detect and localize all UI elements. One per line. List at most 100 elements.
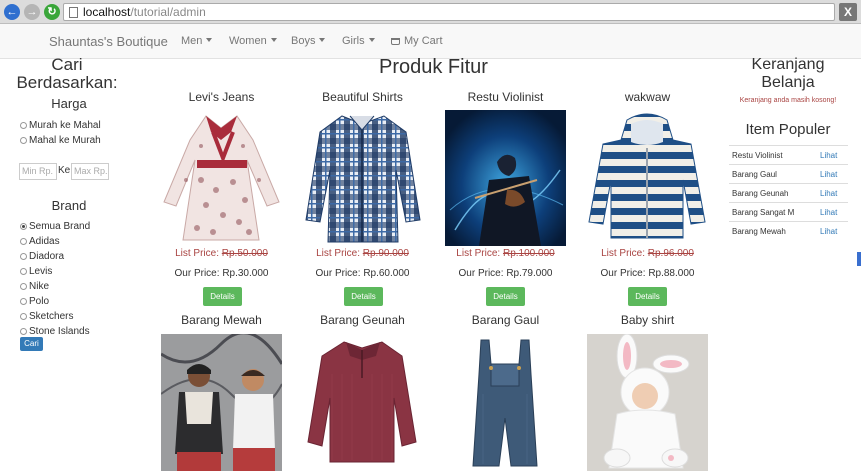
- scrollbar-marker[interactable]: [857, 252, 861, 266]
- product-image[interactable]: [161, 110, 282, 246]
- forward-arrow-icon[interactable]: →: [24, 4, 40, 20]
- price-option-expensive-first[interactable]: Mahal ke Murah: [20, 135, 101, 147]
- our-price-label: Our Price:: [174, 268, 220, 279]
- nav-my-cart[interactable]: My Cart: [391, 35, 443, 47]
- product-image[interactable]: [445, 110, 566, 246]
- radio-icon: [20, 238, 27, 245]
- details-button[interactable]: Details: [486, 287, 525, 306]
- reload-icon[interactable]: ↻: [44, 4, 60, 20]
- radio-icon: [20, 313, 27, 320]
- table-row: Barang Sangat M Lihat: [729, 202, 848, 221]
- product-image[interactable]: [302, 110, 423, 246]
- product-name[interactable]: Beautiful Shirts: [302, 90, 423, 104]
- cart-title-line1: Keranjang: [751, 56, 825, 73]
- brand-option[interactable]: Nike: [20, 281, 49, 293]
- filter-title-line1: Cari: [51, 55, 83, 74]
- product-name[interactable]: Barang Gaul: [445, 313, 566, 327]
- view-link[interactable]: Lihat: [820, 222, 837, 241]
- view-link[interactable]: Lihat: [820, 203, 837, 222]
- nav-men[interactable]: Men: [181, 35, 213, 47]
- view-link[interactable]: Lihat: [820, 146, 837, 165]
- list-price-label: List Price:: [316, 248, 360, 259]
- brand-option-label: Sketchers: [29, 311, 74, 322]
- radio-icon: [20, 298, 27, 305]
- list-price-value: Rp.96.000: [647, 248, 694, 259]
- price-option-cheap-first[interactable]: Murah ke Mahal: [20, 120, 101, 132]
- bunny-costume-image: [587, 334, 708, 471]
- brand-heading: Brand: [51, 198, 87, 213]
- product-image[interactable]: [587, 110, 708, 246]
- address-bar[interactable]: localhost/tutorial/admin: [63, 3, 835, 21]
- brand-option-label: Nike: [29, 281, 50, 292]
- brand-option-label: Stone Islands: [29, 326, 90, 337]
- search-button[interactable]: Cari: [20, 337, 43, 351]
- brand-option-label: Semua Brand: [29, 221, 91, 232]
- page-title: Produk Fitur: [379, 56, 488, 78]
- brand-option[interactable]: Polo: [20, 296, 49, 308]
- nav-my-cart-label: My Cart: [404, 35, 443, 47]
- filter-title: Cari Berdasarkan:: [0, 56, 138, 92]
- list-price-label: List Price:: [601, 248, 645, 259]
- product-name[interactable]: Barang Mewah: [161, 313, 282, 327]
- product-image[interactable]: [302, 334, 423, 471]
- product-image[interactable]: [587, 334, 708, 471]
- popular-item-name: Restu Violinist: [732, 151, 783, 160]
- min-price-input[interactable]: Min Rp.: [19, 163, 57, 180]
- filter-title-line2: Berdasarkan:: [16, 73, 118, 92]
- our-price: Our Price: Rp.88.000: [587, 268, 708, 279]
- product-image[interactable]: [161, 334, 282, 471]
- our-price-value: Rp.60.000: [363, 268, 410, 279]
- product-name[interactable]: Restu Violinist: [445, 90, 566, 104]
- list-price: List Price: Rp.100.000: [445, 248, 566, 259]
- brand-option[interactable]: Semua Brand: [20, 221, 90, 233]
- popular-item-name: Barang Sangat M: [732, 208, 795, 217]
- page-icon: [69, 7, 78, 18]
- back-arrow-icon[interactable]: ←: [4, 4, 20, 20]
- nav-women[interactable]: Women: [229, 35, 277, 47]
- nav-girls[interactable]: Girls: [342, 35, 375, 47]
- close-button[interactable]: X: [839, 3, 857, 21]
- popular-items-table: Restu Violinist Lihat Barang Gaul Lihat Ba…: [729, 145, 848, 240]
- brand-link[interactable]: Shauntas's Boutique: [49, 34, 168, 49]
- brand-option-label: Diadora: [29, 251, 65, 262]
- list-price: List Price: Rp.90.000: [302, 248, 423, 259]
- radio-icon: [20, 328, 27, 335]
- chevron-down-icon: [319, 38, 326, 42]
- product-name[interactable]: Barang Geunah: [302, 313, 423, 327]
- our-price: Our Price: Rp.79.000: [445, 268, 566, 279]
- product-name[interactable]: Levi's Jeans: [161, 90, 282, 104]
- brand-option[interactable]: Diadora: [20, 251, 64, 263]
- violinist-art-image: [445, 110, 566, 246]
- radio-icon: [20, 137, 27, 144]
- site-navbar: Shauntas's Boutique Men Women Boys Girls…: [0, 24, 861, 59]
- list-price-value: Rp.50.000: [221, 248, 268, 259]
- brand-option[interactable]: Levis: [20, 266, 52, 278]
- details-button[interactable]: Details: [203, 287, 242, 306]
- sweater-image: [302, 334, 423, 471]
- brand-option[interactable]: Adidas: [20, 236, 60, 248]
- view-link[interactable]: Lihat: [820, 165, 837, 184]
- nav-boys[interactable]: Boys: [291, 35, 326, 47]
- product-name[interactable]: Baby shirt: [587, 313, 708, 327]
- max-price-input[interactable]: Max Rp.: [71, 163, 109, 180]
- radio-icon: [20, 122, 27, 129]
- our-price-value: Rp.79.000: [506, 268, 553, 279]
- view-link[interactable]: Lihat: [820, 184, 837, 203]
- our-price-label: Our Price:: [600, 268, 646, 279]
- details-button[interactable]: Details: [628, 287, 667, 306]
- our-price-label: Our Price:: [315, 268, 361, 279]
- overalls-image: [445, 334, 566, 471]
- cart-title: Keranjang Belanja: [731, 56, 845, 92]
- chevron-down-icon: [206, 38, 213, 42]
- table-row: Barang Gaul Lihat: [729, 164, 848, 183]
- product-image[interactable]: [445, 334, 566, 471]
- product-name[interactable]: wakwaw: [587, 90, 708, 104]
- details-button[interactable]: Details: [344, 287, 383, 306]
- brand-option-label: Levis: [29, 266, 53, 277]
- brand-option[interactable]: Sketchers: [20, 311, 73, 323]
- url-path: /tutorial/admin: [130, 5, 206, 19]
- our-price-value: Rp.30.000: [222, 268, 269, 279]
- browser-toolbar: ← → ↻ localhost/tutorial/admin X: [0, 0, 861, 24]
- popular-item-name: Barang Gaul: [732, 170, 777, 179]
- dress-image: [161, 110, 282, 246]
